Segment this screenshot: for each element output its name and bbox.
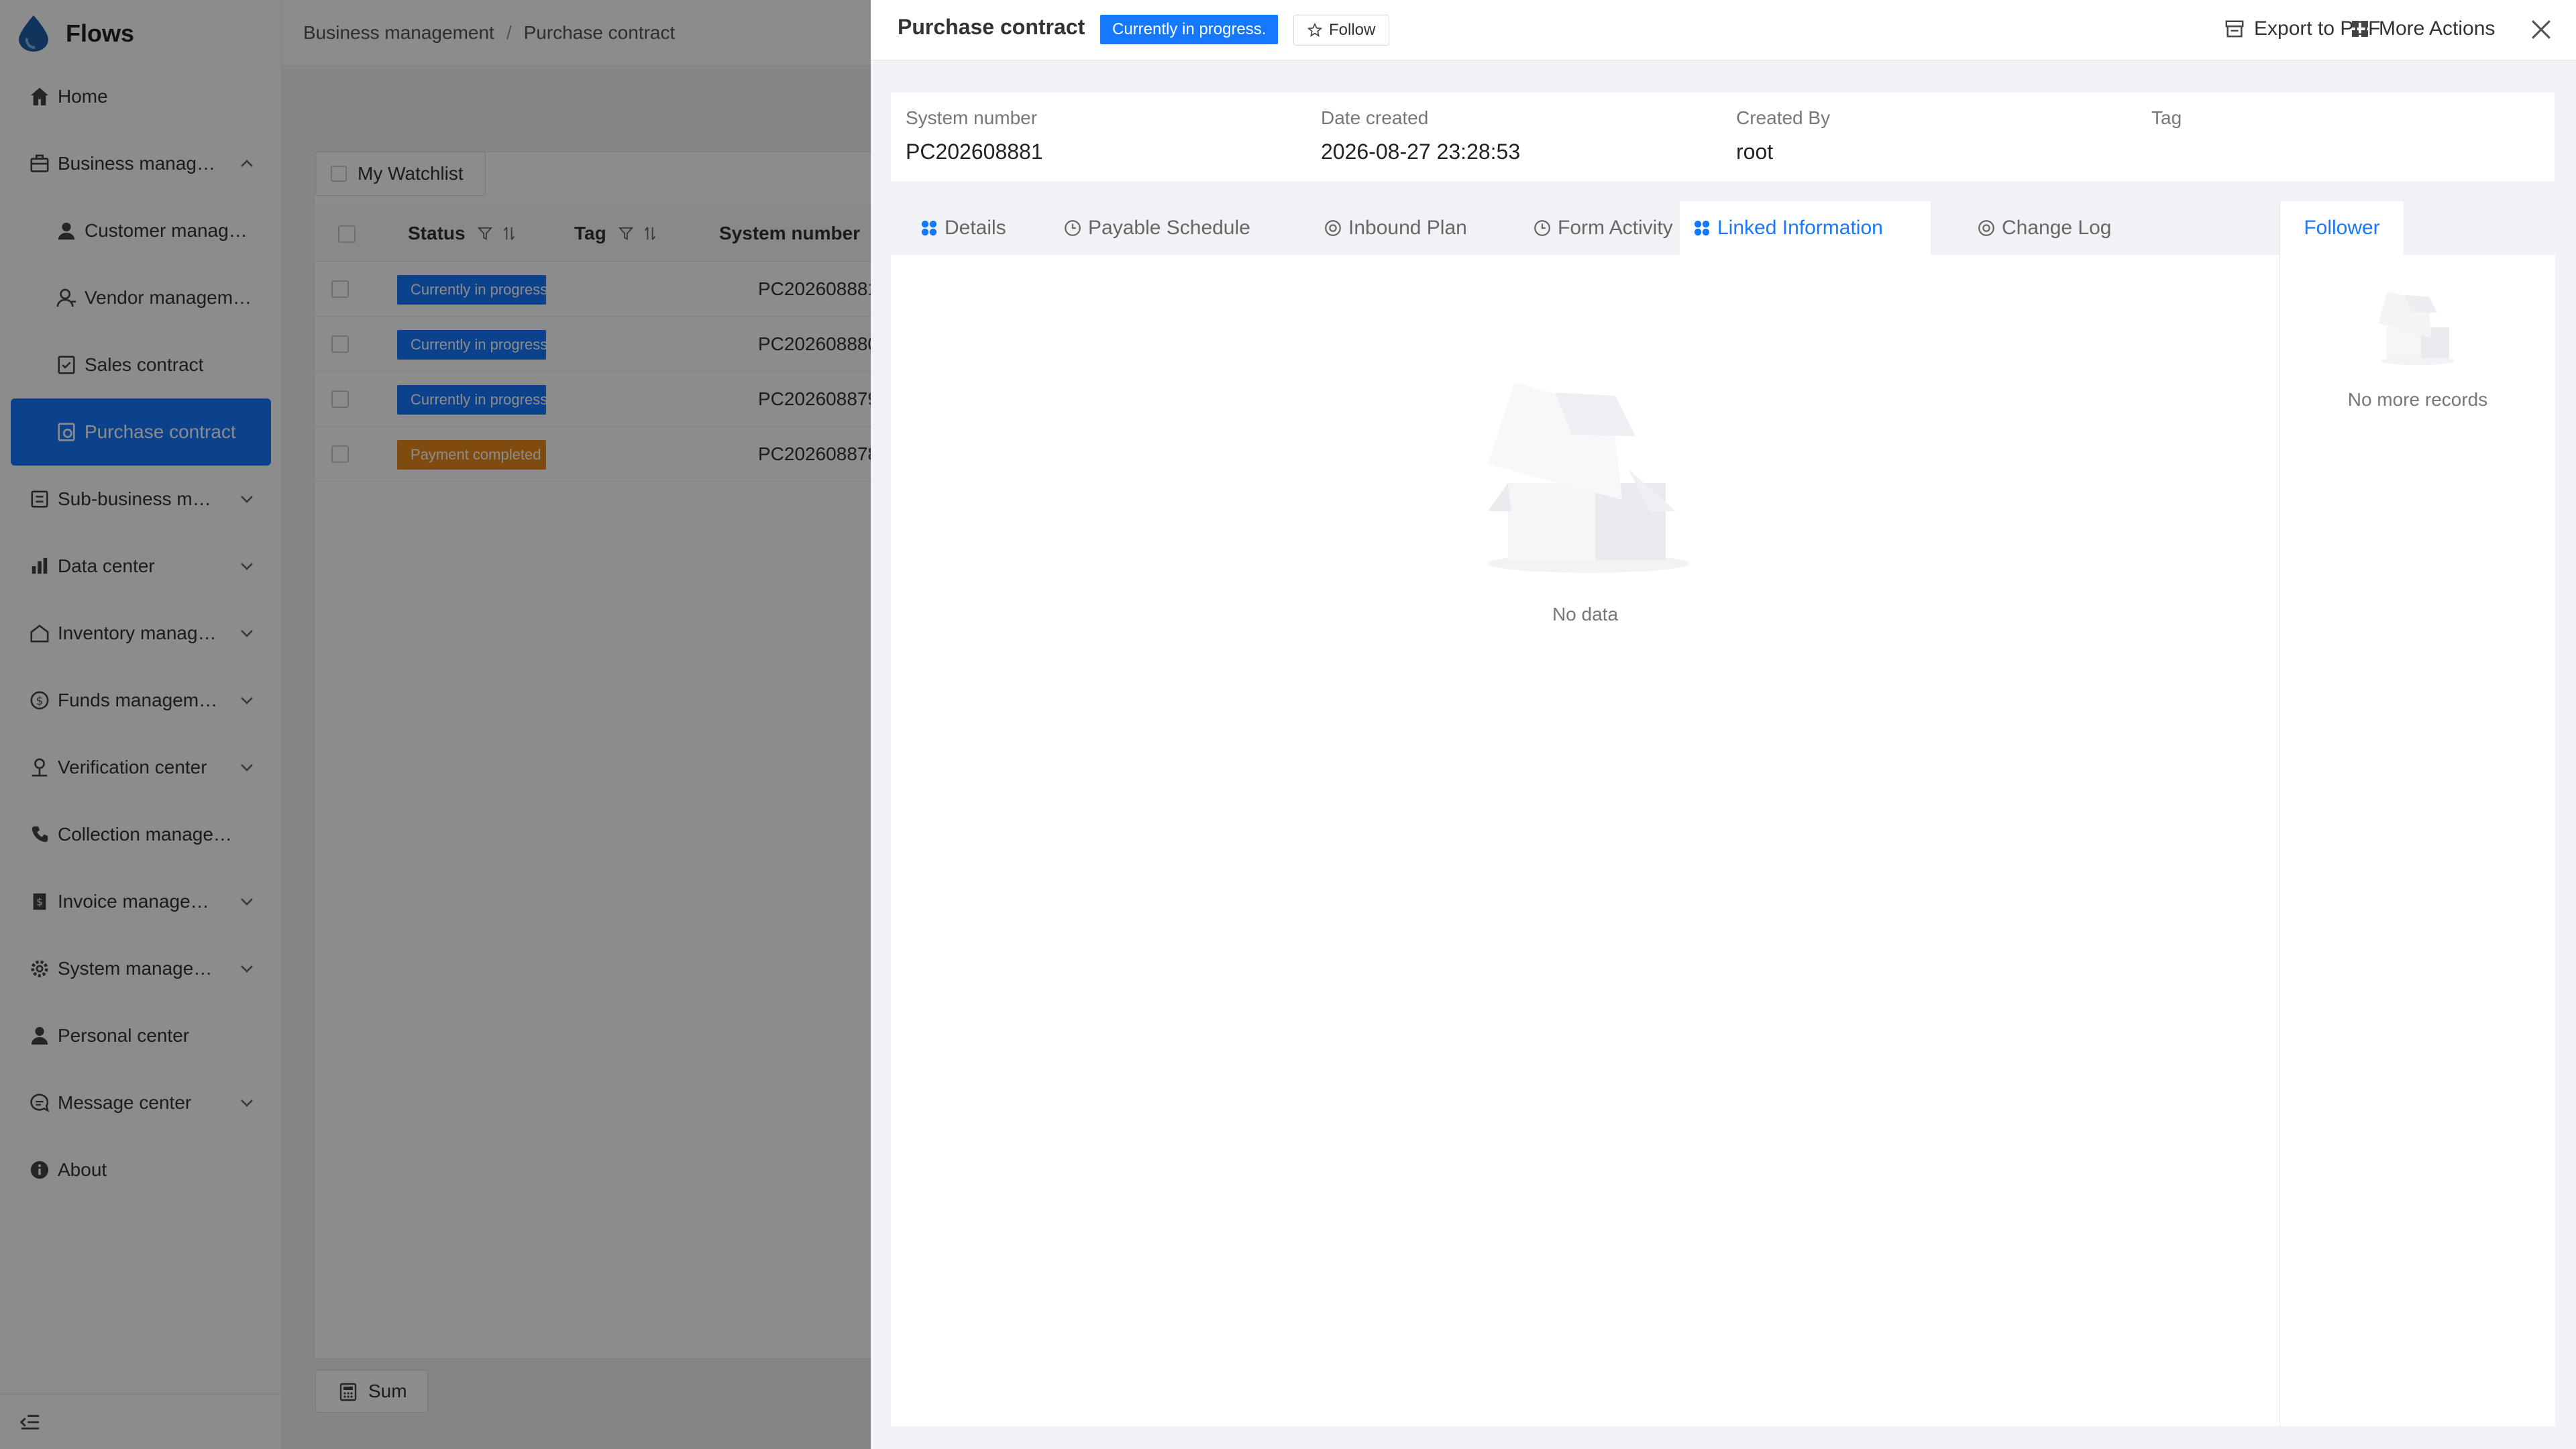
- info-label: Tag: [2151, 107, 2182, 128]
- info-tag: Tag: [2151, 107, 2182, 140]
- detail-drawer: Purchase contract Currently in progress.…: [871, 0, 2576, 1449]
- clock-icon: [1064, 219, 1081, 237]
- apps-icon: [2351, 19, 2369, 38]
- empty-box-icon: [2374, 279, 2461, 366]
- tab-follower[interactable]: Follower: [2280, 201, 2404, 255]
- follower-panel: Follower No more records: [2279, 201, 2555, 1426]
- info-label: System number: [906, 107, 1038, 128]
- tab-label: Linked Information: [1717, 217, 1883, 239]
- tab-label: Payable Schedule: [1088, 217, 1250, 239]
- grid-icon: [1693, 219, 1711, 237]
- clock-icon: [1534, 219, 1551, 237]
- empty-box-icon: [1481, 356, 1696, 577]
- tab-linked-information[interactable]: Linked Information: [1680, 201, 1931, 255]
- info-system-number: System number PC202608881: [906, 107, 1043, 164]
- empty-state-text: No more records: [2347, 389, 2488, 410]
- info-value: 2026-08-27 23:28:53: [1321, 140, 1521, 164]
- info-label: Created By: [1736, 107, 1831, 128]
- grid-icon: [920, 219, 938, 237]
- printer-icon: [2224, 19, 2245, 39]
- info-created-by: Created By root: [1736, 107, 1830, 164]
- tab-inbound-plan[interactable]: Inbound Plan: [1311, 201, 1481, 255]
- tab-change-log[interactable]: Change Log: [1964, 201, 2125, 255]
- tab-form-activity[interactable]: Form Activity: [1520, 201, 1686, 255]
- tab-bar: Details Payable Schedule Inbound Plan Fo…: [891, 201, 2279, 255]
- tab-label: Details: [945, 217, 1006, 239]
- target-icon: [1324, 219, 1342, 237]
- tab-payable-schedule[interactable]: Payable Schedule: [1051, 201, 1264, 255]
- modal-overlay[interactable]: [0, 0, 871, 1449]
- drawer-title: Purchase contract: [898, 15, 1085, 39]
- close-icon[interactable]: [2529, 17, 2553, 42]
- detail-tabs: Details Payable Schedule Inbound Plan Fo…: [891, 201, 2279, 1426]
- contract-summary: System number PC202608881 Date created 2…: [891, 93, 2555, 181]
- target-icon: [1978, 219, 1995, 237]
- tab-label: Inbound Plan: [1348, 217, 1467, 239]
- tab-label: Change Log: [2002, 217, 2112, 239]
- tab-content: No data: [891, 255, 2279, 1426]
- tab-details[interactable]: Details: [907, 201, 1020, 255]
- info-date-created: Date created 2026-08-27 23:28:53: [1321, 107, 1520, 164]
- status-badge: Currently in progress.: [1100, 15, 1279, 44]
- star-icon: [1307, 23, 1322, 38]
- info-value: PC202608881: [906, 140, 1043, 164]
- drawer-header: Purchase contract Currently in progress.…: [871, 0, 2576, 60]
- info-label: Date created: [1321, 107, 1429, 128]
- follow-button[interactable]: Follow: [1293, 15, 1390, 46]
- empty-state-text: No data: [1552, 604, 1619, 625]
- more-actions-label: More Actions: [2379, 17, 2496, 40]
- tab-label: Form Activity: [1558, 217, 1673, 239]
- follow-label: Follow: [1329, 21, 1376, 39]
- info-value: root: [1736, 140, 1774, 164]
- follower-list: No more records: [2280, 255, 2555, 1426]
- more-actions-button[interactable]: More Actions: [2351, 17, 2495, 40]
